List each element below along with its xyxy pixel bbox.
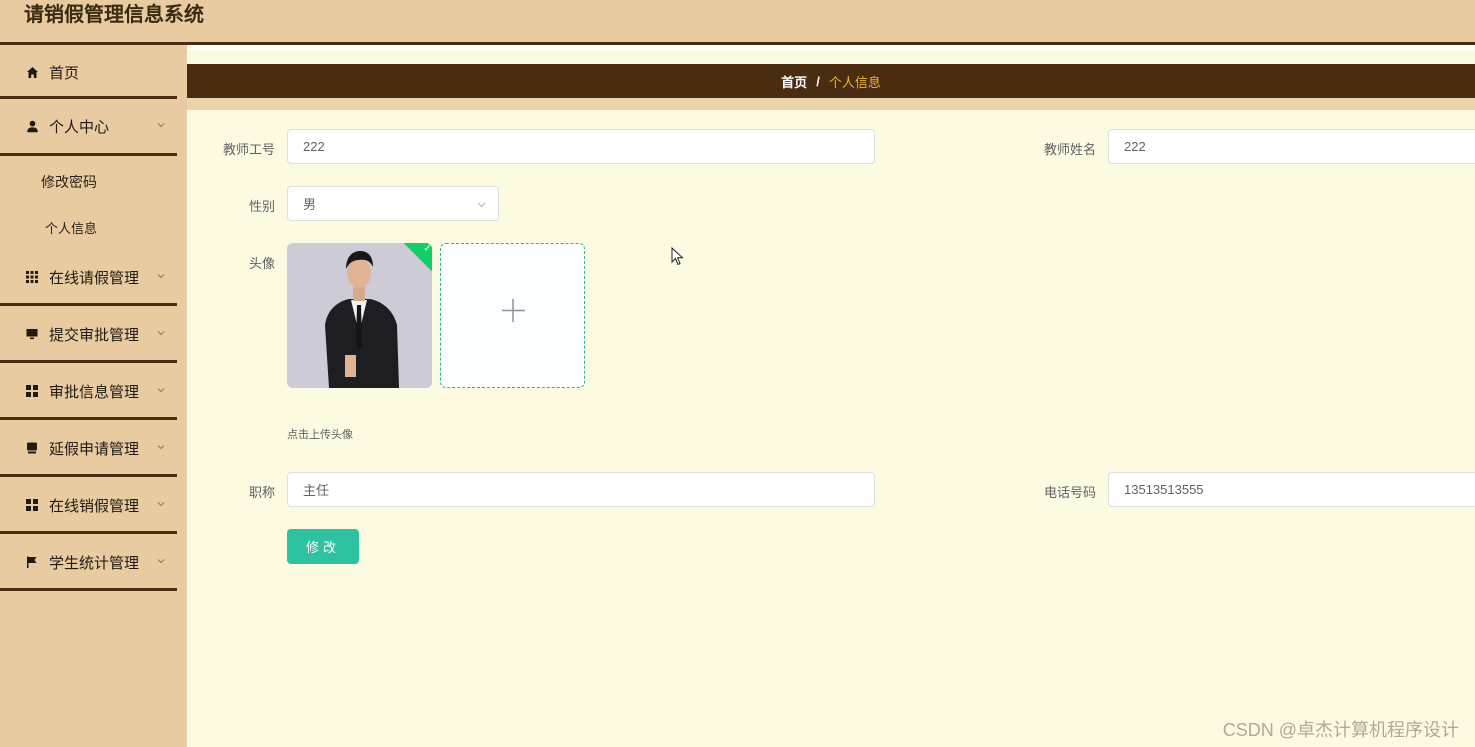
- avatar-photo: [287, 243, 432, 388]
- job-title-value: 主任: [303, 483, 330, 498]
- avatar-label: 头像: [248, 256, 275, 271]
- gender-value: 男: [303, 197, 317, 212]
- chevron-down-icon: [157, 502, 165, 507]
- menu-divider: [0, 417, 177, 420]
- sidebar-item-extension-request[interactable]: 延假申请管理: [0, 421, 177, 475]
- breadcrumb-underbar: [187, 98, 1475, 110]
- monitor-icon: [25, 327, 39, 341]
- menu-divider: [0, 303, 177, 306]
- avatar-upload-button[interactable]: [440, 243, 585, 388]
- chevron-down-icon: [157, 123, 165, 128]
- sidebar-item-submit-approval[interactable]: 提交审批管理: [0, 307, 177, 361]
- sidebar-subitem-label: 个人信息: [45, 220, 98, 236]
- sidebar-item-label: 提交审批管理: [49, 326, 140, 344]
- flag-icon: [25, 555, 39, 569]
- modify-button[interactable]: 修改: [287, 529, 359, 564]
- sidebar-item-label: 学生统计管理: [49, 554, 140, 572]
- sidebar-subitem-label: 修改密码: [41, 174, 97, 190]
- sidebar-item-home[interactable]: 首页: [0, 45, 177, 99]
- sidebar-item-label: 首页: [49, 64, 80, 82]
- teacher-name-value: 222: [1124, 139, 1146, 154]
- teacher-id-value: 222: [303, 139, 325, 154]
- sidebar-subitem-change-password[interactable]: 修改密码: [0, 162, 177, 202]
- breadcrumb: 首页 / 个人信息: [187, 64, 1475, 98]
- home-icon: [25, 65, 39, 79]
- gender-select[interactable]: 男: [287, 186, 499, 221]
- gender-label: 性别: [248, 199, 275, 214]
- chevron-down-icon: [157, 331, 165, 336]
- chevron-down-icon: [157, 445, 165, 450]
- top-bar: 请销假管理信息系统: [0, 0, 1475, 42]
- plus-icon: [502, 299, 525, 322]
- chevron-down-icon: [477, 202, 486, 208]
- content-top-strip: [187, 45, 1475, 50]
- sidebar-item-personal-center[interactable]: 个人中心: [0, 99, 177, 153]
- menu-divider: [0, 474, 177, 477]
- app-title: 请销假管理信息系统: [24, 4, 204, 26]
- mouse-cursor-icon: [671, 247, 684, 266]
- sidebar-item-online-leave[interactable]: 在线请假管理: [0, 250, 177, 304]
- phone-value: 13513513555: [1124, 482, 1204, 497]
- chevron-down-icon: [157, 274, 165, 279]
- breadcrumb-current: 个人信息: [828, 74, 881, 90]
- tablet-icon: [25, 441, 39, 455]
- phone-input[interactable]: 13513513555: [1108, 472, 1475, 507]
- phone-label: 电话号码: [1043, 485, 1096, 500]
- sidebar-item-student-stats[interactable]: 学生统计管理: [0, 535, 177, 589]
- sidebar-subitem-personal-info[interactable]: 个人信息: [0, 207, 177, 247]
- sidebar: 首页 个人中心 修改密码 个人信息 在线请假管理 提交审批管理 审批信息管理 延…: [0, 45, 187, 747]
- apps-icon: [25, 384, 39, 398]
- menu-divider: [0, 360, 177, 363]
- sidebar-item-online-cancel-leave[interactable]: 在线销假管理: [0, 478, 177, 532]
- user-icon: [25, 119, 39, 133]
- apps-icon: [25, 498, 39, 512]
- sidebar-item-label: 审批信息管理: [49, 383, 140, 401]
- menu-divider: [0, 153, 177, 156]
- teacher-id-label: 教师工号: [222, 142, 275, 157]
- sidebar-item-approval-info[interactable]: 审批信息管理: [0, 364, 177, 418]
- watermark: CSDN @卓杰计算机程序设计: [1222, 720, 1459, 740]
- chevron-down-icon: [157, 559, 165, 564]
- sidebar-item-label: 在线销假管理: [49, 497, 140, 515]
- job-title-input[interactable]: 主任: [287, 472, 875, 507]
- breadcrumb-home[interactable]: 首页: [781, 72, 807, 91]
- sidebar-item-label: 个人中心: [49, 118, 110, 136]
- breadcrumb-separator: /: [816, 73, 820, 89]
- sidebar-item-label: 延假申请管理: [49, 440, 140, 458]
- teacher-name-label: 教师姓名: [1043, 142, 1096, 157]
- avatar-image[interactable]: ✓: [287, 243, 432, 388]
- chevron-down-icon: [157, 388, 165, 393]
- upload-hint: 点击上传头像: [287, 429, 353, 441]
- teacher-id-input[interactable]: 222: [287, 129, 875, 164]
- job-title-label: 职称: [248, 485, 275, 500]
- menu-divider: [0, 531, 177, 534]
- teacher-name-input[interactable]: 222: [1108, 129, 1475, 164]
- sidebar-item-label: 在线请假管理: [49, 269, 140, 287]
- grid-icon: [25, 270, 39, 284]
- menu-divider: [0, 588, 177, 591]
- check-icon: ✓: [423, 243, 432, 255]
